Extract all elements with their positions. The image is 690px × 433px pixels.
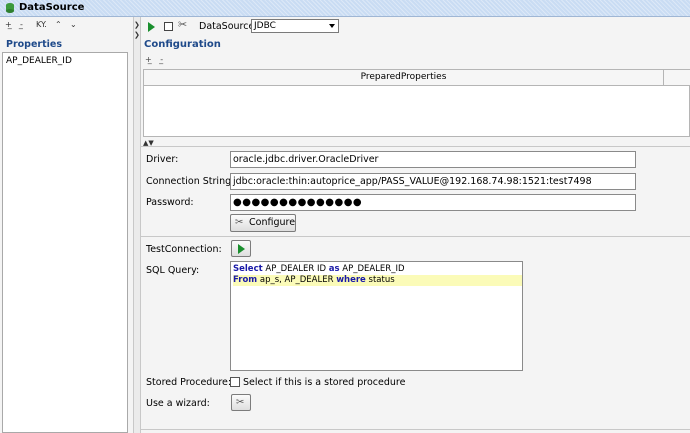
connection-string-label: Connection String: [146, 176, 235, 187]
datasource-icon [6, 3, 14, 13]
datasource-select[interactable]: JDBC [251, 19, 339, 33]
stored-procedure-checkbox-text[interactable]: Select if this is a stored procedure [243, 377, 405, 388]
prepared-properties-table[interactable]: PreparedProperties [143, 69, 690, 137]
sql-query-label: SQL Query: [146, 265, 200, 276]
panel-splitter[interactable]: ❯ ❯ [133, 17, 141, 433]
configuration-panel: ✂ DataSource: JDBC Configuration +̲ -̲ P… [141, 17, 690, 433]
remove-property-icon[interactable]: -̲ [160, 55, 163, 64]
connection-string-field[interactable]: jdbc:oracle:thin:autoprice_app/PASS_VALU… [230, 173, 636, 190]
properties-list[interactable]: AP_DEALER_ID [2, 52, 128, 433]
stored-procedure-label: Stored Procedure: [146, 377, 232, 388]
move-up-icon[interactable]: ⌃ [55, 20, 62, 32]
password-label: Password: [146, 197, 194, 208]
datasource-value: JDBC [254, 21, 276, 31]
remove-icon[interactable]: -̲ [20, 20, 23, 32]
configuration-toolbar: +̲ -̲ [145, 55, 163, 64]
tools-icon[interactable]: ✂ [178, 18, 187, 31]
collapse-left-icon[interactable]: ❯ [134, 21, 140, 29]
expand-right-icon[interactable]: ❯ [134, 31, 140, 39]
wrench-icon: ✂ [235, 217, 244, 228]
properties-heading: Properties [6, 39, 62, 50]
password-field[interactable]: ●●●●●●●●●●●●●● [230, 194, 636, 211]
chevron-down-icon [329, 24, 335, 28]
section-divider [141, 236, 690, 237]
left-panel: +̲ -̲ KY. ⌃ ⌄ Properties AP_DEALER_ID [0, 17, 133, 433]
move-down-icon[interactable]: ⌄ [70, 20, 77, 32]
table-header[interactable]: PreparedProperties [144, 70, 664, 86]
sql-line: Select AP_DEALER ID as AP_DEALER_ID [233, 264, 405, 274]
section-divider [141, 429, 690, 430]
title-bar: DataSource [0, 0, 690, 17]
sql-line-highlighted: From ap_s, AP_DEALER where status [233, 275, 522, 286]
stop-icon[interactable] [164, 22, 173, 31]
configuration-heading: Configuration [144, 39, 221, 50]
wrench-icon: ✂ [236, 397, 245, 408]
wizard-label: Use a wizard: [146, 398, 210, 409]
configure-button[interactable]: ✂ Configure [230, 214, 296, 232]
main-toolbar: ✂ DataSource: JDBC [141, 17, 690, 36]
sort-keys-icon[interactable]: KY. [36, 20, 47, 32]
section-divider [141, 146, 690, 147]
stored-procedure-checkbox[interactable] [230, 377, 240, 387]
driver-field[interactable]: oracle.jdbc.driver.OracleDriver [230, 151, 636, 168]
sql-query-editor[interactable]: Select AP_DEALER ID as AP_DEALER_ID From… [230, 261, 523, 371]
datasource-label: DataSource: [199, 21, 258, 32]
test-connection-label: TestConnection: [146, 244, 222, 255]
configure-label: Configure [249, 217, 296, 228]
run-icon[interactable] [148, 22, 155, 32]
test-connection-button[interactable] [231, 240, 251, 257]
driver-label: Driver: [146, 154, 179, 165]
run-icon [238, 244, 245, 254]
wizard-button[interactable]: ✂ [231, 394, 251, 411]
list-item[interactable]: AP_DEALER_ID [6, 56, 72, 66]
add-icon[interactable]: +̲ [5, 20, 12, 32]
properties-toolbar: +̲ -̲ KY. ⌃ ⌄ [0, 17, 133, 36]
table-header-filler [664, 70, 690, 86]
window-title: DataSource [19, 2, 85, 13]
add-property-icon[interactable]: +̲ [145, 55, 152, 64]
